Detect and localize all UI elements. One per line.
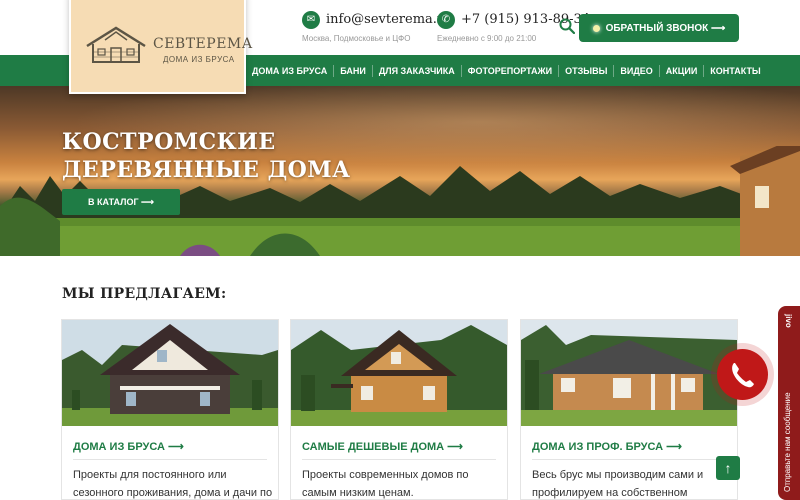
nav-item-houses[interactable]: ДОМА ИЗ БРУСА — [246, 64, 335, 77]
offer-card-link[interactable]: САМЫЕ ДЕШЕВЫЕ ДОМА ⟶ — [302, 440, 463, 453]
phone-handset-icon — [732, 363, 754, 388]
hero-banner: КОСТРОМСКИЕ ДЕРЕВЯННЫЕ ДОМА В КАТАЛОГ ⟶ — [0, 86, 800, 256]
nav-item-reviews[interactable]: ОТЗЫВЫ — [559, 64, 615, 77]
nav-item-promotions[interactable]: АКЦИИ — [660, 64, 705, 77]
offer-card[interactable]: ДОМА ИЗ БРУСА ⟶ Проекты для постоянного … — [61, 319, 279, 500]
site-header: СЕВТЕРЕМА ДОМА ИЗ БРУСА ✉ info@sevterema… — [0, 0, 800, 94]
call-widget-button[interactable] — [717, 349, 768, 400]
site-logo[interactable]: СЕВТЕРЕМА ДОМА ИЗ БРУСА — [69, 0, 252, 94]
callback-label: ОБРАТНЫЙ ЗВОНОК ⟶ — [605, 22, 726, 34]
offer-card-link[interactable]: ДОМА ИЗ БРУСА ⟶ — [73, 440, 184, 453]
callback-button[interactable]: ОБРАТНЫЙ ЗВОНОК ⟶ — [579, 14, 739, 42]
house-photo-profiled[interactable] — [521, 320, 737, 426]
offers-title: МЫ ПРЕДЛАГАЕМ: — [62, 286, 227, 302]
offer-card[interactable]: САМЫЕ ДЕШЕВЫЕ ДОМА ⟶ Проекты современных… — [290, 319, 508, 500]
nav-item-baths[interactable]: БАНИ — [334, 64, 373, 77]
nav-item-photo-reports[interactable]: ФОТОРЕПОРТАЖИ — [462, 64, 560, 77]
logo-title: СЕВТЕРЕМА — [153, 36, 253, 52]
scroll-up-button[interactable]: ↑ — [716, 456, 740, 480]
chat-widget-label: Отправьте нам сообщение — [783, 392, 792, 492]
offer-card[interactable]: ДОМА ИЗ ПРОФ. БРУСА ⟶ Весь брус мы произ… — [520, 319, 738, 500]
mail-icon: ✉ — [302, 11, 320, 29]
chat-widget-tab[interactable]: jivo Отправьте нам сообщение — [778, 306, 800, 500]
phone-note: Ежедневно с 9:00 до 21:00 — [437, 34, 537, 43]
search-icon[interactable] — [559, 18, 575, 34]
catalog-button[interactable]: В КАТАЛОГ ⟶ — [62, 189, 180, 215]
email-note: Москва, Подмосковье и ЦФО — [302, 34, 411, 43]
house-photo-dark[interactable] — [62, 320, 278, 426]
nav-item-customers[interactable]: ДЛЯ ЗАКАЗЧИКА — [373, 64, 462, 77]
offer-card-text: Проекты современных домов по самым низки… — [302, 469, 469, 499]
house-logo-icon — [86, 26, 146, 63]
nav-item-video[interactable]: ВИДЕО — [614, 64, 660, 77]
phone-icon: ✆ — [437, 11, 455, 29]
offer-card-text: Весь брус мы производим сами и профилиру… — [532, 469, 704, 499]
nav-item-contacts[interactable]: КОНТАКТЫ — [704, 65, 766, 77]
offer-card-text: Проекты для постоянного или сезонного пр… — [73, 469, 273, 499]
jivo-logo: jivo — [784, 314, 793, 328]
house-photo-wood[interactable] — [291, 320, 507, 426]
logo-subtitle: ДОМА ИЗ БРУСА — [163, 55, 235, 64]
offer-card-link[interactable]: ДОМА ИЗ ПРОФ. БРУСА ⟶ — [532, 440, 682, 453]
email-link[interactable]: info@sevterema.ru — [326, 12, 452, 27]
callback-dot-icon — [592, 24, 600, 32]
hero-title: КОСТРОМСКИЕ ДЕРЕВЯННЫЕ ДОМА — [62, 129, 351, 183]
